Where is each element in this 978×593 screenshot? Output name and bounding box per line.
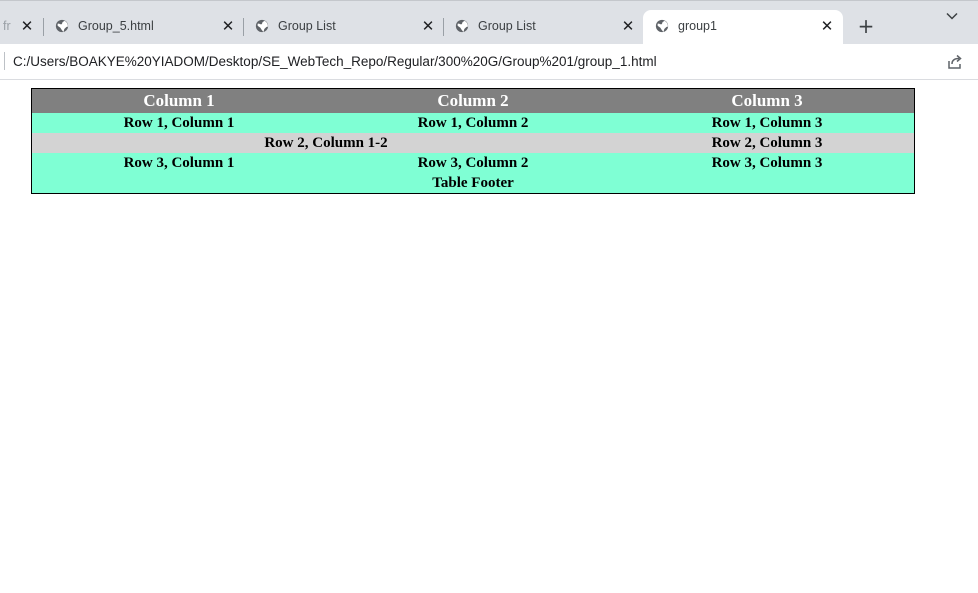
close-icon[interactable]: ✕ (819, 18, 835, 34)
close-icon[interactable]: ✕ (420, 18, 436, 34)
table-cell: Row 1, Column 3 (620, 113, 914, 133)
globe-icon (655, 19, 669, 33)
tab-title: group1 (678, 19, 717, 33)
close-icon[interactable]: ✕ (220, 18, 236, 34)
new-tab-button[interactable]: + (857, 16, 875, 36)
tab-group5[interactable]: Group_5.html ✕ (43, 10, 243, 45)
table-cell: Row 3, Column 2 (326, 153, 620, 173)
globe-icon (255, 19, 269, 33)
table-cell: Row 1, Column 2 (326, 113, 620, 133)
column-header: Column 1 (32, 89, 326, 113)
page-content: Column 1 Column 2 Column 3 Row 1, Column… (0, 81, 978, 593)
tab-strip: fr ✕ Group_5.html ✕ Group List ✕ Group L… (0, 0, 978, 45)
tab-title: Group List (478, 19, 536, 33)
globe-icon (455, 19, 469, 33)
globe-icon (55, 19, 69, 33)
table-row: Row 2, Column 1-2 Row 2, Column 3 (32, 133, 914, 153)
table-cell-merged: Row 2, Column 1-2 (32, 133, 620, 153)
address-toolbar: C:/Users/BOAKYE%20YIADOM/Desktop/SE_WebT… (0, 44, 978, 80)
tab-title: Group List (278, 19, 336, 33)
group-table: Column 1 Column 2 Column 3 Row 1, Column… (31, 88, 915, 194)
address-bar[interactable]: C:/Users/BOAKYE%20YIADOM/Desktop/SE_WebT… (13, 54, 657, 69)
table-footer: Table Footer (32, 173, 914, 193)
tab-group1-active[interactable]: group1 ✕ (643, 10, 843, 45)
table-cell: Row 3, Column 1 (32, 153, 326, 173)
table-footer-row: Table Footer (32, 173, 914, 193)
table-header-row: Column 1 Column 2 Column 3 (32, 89, 914, 113)
table-row: Row 1, Column 1 Row 1, Column 2 Row 1, C… (32, 113, 914, 133)
tab-title: fr (3, 19, 11, 33)
share-icon[interactable] (946, 53, 964, 71)
tab-group-list-2[interactable]: Group List ✕ (443, 10, 643, 45)
tab-clipped[interactable]: fr ✕ (0, 10, 40, 45)
tab-title: Group_5.html (78, 19, 154, 33)
table-row: Row 3, Column 1 Row 3, Column 2 Row 3, C… (32, 153, 914, 173)
close-icon[interactable]: ✕ (620, 18, 636, 34)
table-cell: Row 2, Column 3 (620, 133, 914, 153)
column-header: Column 2 (326, 89, 620, 113)
omnibox-divider (4, 52, 5, 70)
column-header: Column 3 (620, 89, 914, 113)
table-cell: Row 3, Column 3 (620, 153, 914, 173)
table-cell: Row 1, Column 1 (32, 113, 326, 133)
tab-group-list-1[interactable]: Group List ✕ (243, 10, 443, 45)
close-icon[interactable]: ✕ (19, 18, 35, 34)
chevron-down-icon[interactable] (944, 8, 960, 24)
